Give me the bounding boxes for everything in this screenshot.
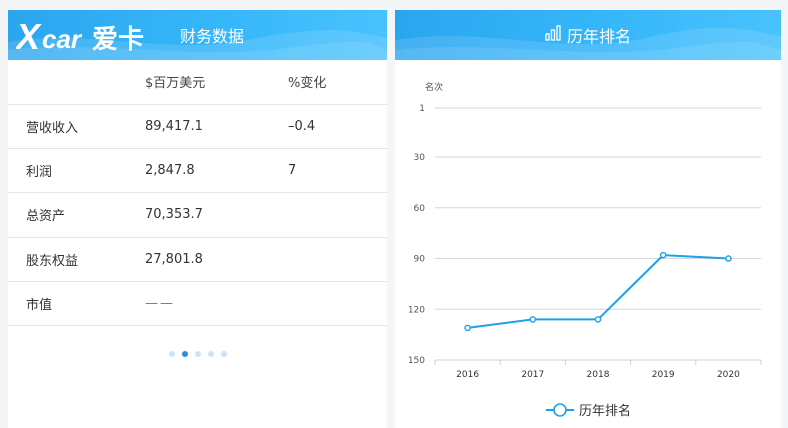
pager-dot[interactable] <box>194 351 201 357</box>
x-tick-label: 2019 <box>652 370 675 380</box>
legend-label: 历年排名 <box>578 404 631 419</box>
data-point <box>464 324 471 332</box>
row-change: 7 <box>288 147 387 193</box>
row-label: 股东权益 <box>8 236 145 282</box>
row-change: –0.4 <box>288 103 387 149</box>
bar-chart-icon <box>545 25 561 45</box>
carousel-pager <box>8 351 387 357</box>
ranking-line-chart: 名次 1 30 60 90 120 150 2016 2017 2018 2019 2020 <box>408 81 762 380</box>
row-label: 市值 <box>8 281 145 327</box>
xcar-logo: X car 爱卡 <box>16 14 176 58</box>
y-axis-title: 名次 <box>425 81 443 93</box>
table-row: 利润 2,847.8 7 <box>8 147 387 193</box>
ranking-title: 历年排名 <box>566 27 631 46</box>
y-tick-label: 120 <box>408 305 425 315</box>
row-value: 89,417.1 <box>145 103 288 149</box>
y-tick-label: 1 <box>419 104 425 114</box>
row-value: 27,801.8 <box>145 236 288 282</box>
financial-data-header: X car 爱卡 财务数据 <box>8 10 387 60</box>
pager-dot-active[interactable] <box>181 351 188 357</box>
x-tick-label: 2017 <box>521 370 544 380</box>
row-label: 总资产 <box>8 192 145 238</box>
svg-text:X: X <box>16 16 42 57</box>
y-tick-label: 150 <box>408 356 425 366</box>
row-change <box>288 281 387 327</box>
table-header-blank <box>8 60 145 104</box>
row-change <box>288 192 387 238</box>
data-point <box>725 255 732 262</box>
row-change <box>288 236 387 282</box>
financial-table: $百万美元 %变化 营收收入 89,417.1 –0.4 利润 2,847.8 … <box>8 60 387 327</box>
financial-data-panel: X car 爱卡 财务数据 $百万美元 %变化 营收收入 89,417.1 –0… <box>8 10 387 428</box>
ranking-panel: 历年排名 名次 1 30 60 90 120 150 2016 2017 2018 2019 2020… <box>395 10 781 428</box>
ranking-header: 历年排名 <box>395 10 781 60</box>
y-tick-label: 30 <box>414 153 426 163</box>
y-tick-label: 60 <box>414 204 426 214</box>
table-row: 股东权益 27,801.8 <box>8 236 387 282</box>
chart-legend[interactable]: 历年排名 <box>395 400 781 419</box>
table-row: 总资产 70,353.7 <box>8 192 387 238</box>
pager-dot[interactable] <box>220 351 227 357</box>
row-value: 2,847.8 <box>145 147 288 193</box>
row-label: 利润 <box>8 147 145 193</box>
table-header-change: %变化 <box>288 76 327 92</box>
pager-dot[interactable] <box>168 351 175 357</box>
pager-dot[interactable] <box>207 351 214 357</box>
row-value: 70,353.7 <box>145 192 288 238</box>
table-header-value: $百万美元 <box>145 76 206 92</box>
table-row: 市值 —— <box>8 281 387 327</box>
data-point <box>659 251 667 259</box>
legend-marker-icon <box>545 402 574 417</box>
data-point <box>529 316 537 323</box>
table-header-row: $百万美元 %变化 <box>8 60 387 104</box>
row-value: —— <box>145 281 288 327</box>
x-tick-label: 2020 <box>717 370 740 380</box>
y-tick-label: 90 <box>414 255 426 265</box>
table-row: 营收收入 89,417.1 –0.4 <box>8 103 387 149</box>
x-tick-label: 2016 <box>456 370 479 380</box>
financial-data-title: 财务数据 <box>180 27 245 46</box>
svg-text:爱卡: 爱卡 <box>92 25 144 55</box>
svg-text:car: car <box>42 24 83 54</box>
data-point <box>594 316 602 323</box>
x-tick-label: 2018 <box>587 370 610 380</box>
row-label: 营收收入 <box>8 103 145 149</box>
